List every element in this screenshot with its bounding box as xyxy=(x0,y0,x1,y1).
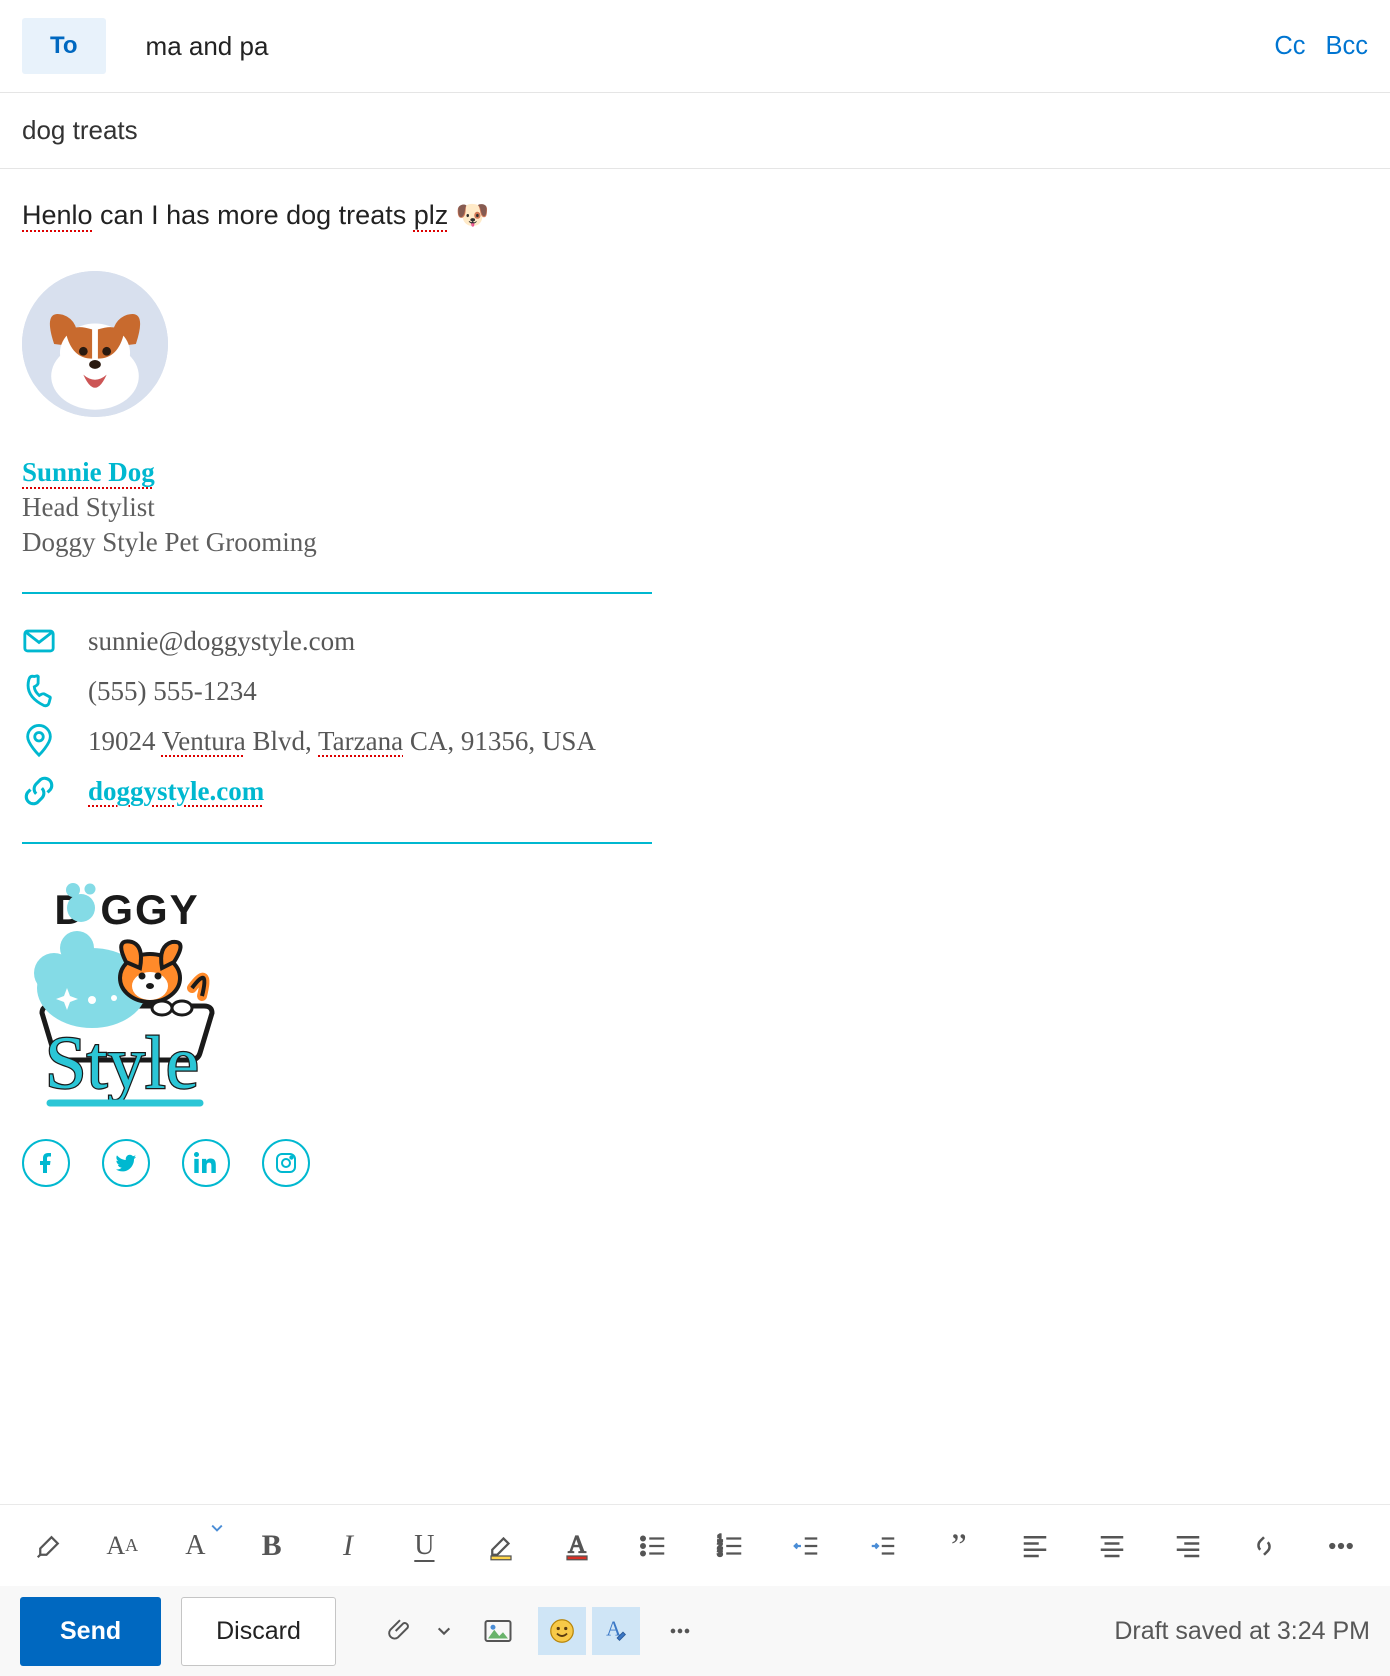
bold-icon[interactable]: B xyxy=(253,1526,291,1566)
signature-name: Sunnie Dog xyxy=(22,457,1368,488)
twitter-link[interactable] xyxy=(102,1139,150,1187)
align-left-icon[interactable] xyxy=(1016,1526,1054,1566)
bcc-button[interactable]: Bcc xyxy=(1325,32,1368,61)
bullets-icon[interactable] xyxy=(634,1526,672,1566)
more-actions-icon[interactable] xyxy=(656,1607,704,1655)
svg-text:Style: Style xyxy=(45,1022,199,1105)
link-icon xyxy=(22,774,56,808)
facebook-link[interactable] xyxy=(22,1139,70,1187)
contact-phone-row: (555) 555-1234 xyxy=(22,674,1368,708)
social-links xyxy=(22,1139,1368,1187)
contact-address: 19024 Ventura Blvd, Tarzana CA, 91356, U… xyxy=(88,726,596,757)
attach-icon[interactable] xyxy=(376,1607,424,1655)
contact-address-row: 19024 Ventura Blvd, Tarzana CA, 91356, U… xyxy=(22,724,1368,758)
decrease-indent-icon[interactable] xyxy=(787,1526,825,1566)
facebook-icon xyxy=(34,1151,58,1175)
increase-indent-icon[interactable] xyxy=(863,1526,901,1566)
subject-input[interactable] xyxy=(22,115,1368,146)
linkedin-icon xyxy=(194,1151,218,1175)
discard-button[interactable]: Discard xyxy=(181,1597,336,1666)
divider xyxy=(22,592,652,594)
subject-row xyxy=(0,93,1390,169)
recipient-row: To Cc Bcc xyxy=(0,0,1390,93)
contact-email-row: sunnie@doggystyle.com xyxy=(22,624,1368,658)
signature-company: Doggy Style Pet Grooming xyxy=(22,527,1368,558)
draft-status: Draft saved at 3:24 PM xyxy=(1114,1617,1370,1646)
font-style-icon[interactable]: A xyxy=(176,1526,214,1566)
instagram-link[interactable] xyxy=(262,1139,310,1187)
editor-toggle-icon[interactable]: A xyxy=(592,1607,640,1655)
svg-text:A: A xyxy=(568,1531,586,1558)
align-right-icon[interactable] xyxy=(1169,1526,1207,1566)
body-word-plz: plz xyxy=(414,200,449,230)
signature-title: Head Stylist xyxy=(22,492,1368,523)
attach-dropdown-icon[interactable] xyxy=(430,1607,458,1655)
phone-icon xyxy=(22,674,56,708)
format-painter-icon[interactable] xyxy=(30,1526,68,1566)
contact-website-link[interactable]: doggystyle.com xyxy=(88,776,264,807)
body-text-line: Henlo can I has more dog treats plz 🐶 xyxy=(22,199,1368,231)
font-color-icon[interactable]: A xyxy=(558,1526,596,1566)
more-format-icon[interactable] xyxy=(1322,1526,1360,1566)
envelope-icon xyxy=(22,624,56,658)
insert-link-icon[interactable] xyxy=(1245,1526,1283,1566)
email-body[interactable]: Henlo can I has more dog treats plz 🐶 Su… xyxy=(0,169,1390,1504)
to-button[interactable]: To xyxy=(22,18,106,74)
signature-name-link[interactable]: Sunnie Dog xyxy=(22,457,155,487)
dog-face-emoji: 🐶 xyxy=(456,200,490,230)
highlight-icon[interactable] xyxy=(482,1526,520,1566)
insert-picture-icon[interactable] xyxy=(474,1607,522,1655)
underline-icon[interactable]: U xyxy=(405,1526,443,1566)
numbering-icon[interactable]: 123 xyxy=(711,1526,749,1566)
signature-block: Sunnie Dog Head Stylist Doggy Style Pet … xyxy=(22,271,1368,1187)
company-logo: D GGY xyxy=(22,878,232,1113)
font-size-icon[interactable]: AA xyxy=(106,1526,138,1566)
contact-website-row: doggystyle.com xyxy=(22,774,1368,808)
avatar xyxy=(22,271,168,417)
align-center-icon[interactable] xyxy=(1092,1526,1130,1566)
recipient-input[interactable] xyxy=(146,31,1255,62)
instagram-icon xyxy=(274,1151,298,1175)
map-pin-icon xyxy=(22,724,56,758)
bottom-bar: Send Discard A Draft saved at 3:24 PM xyxy=(0,1586,1390,1676)
send-button[interactable]: Send xyxy=(20,1597,161,1666)
contact-phone: (555) 555-1234 xyxy=(88,676,257,707)
contact-email: sunnie@doggystyle.com xyxy=(88,626,355,657)
format-toolbar: AA A B I U A 123 ” xyxy=(0,1504,1390,1586)
emoji-icon[interactable] xyxy=(538,1607,586,1655)
body-word-henlo: Henlo xyxy=(22,200,93,230)
cc-button[interactable]: Cc xyxy=(1274,32,1305,61)
twitter-icon xyxy=(114,1151,138,1175)
svg-text:3: 3 xyxy=(717,1548,722,1558)
quote-icon[interactable]: ” xyxy=(940,1526,978,1566)
linkedin-link[interactable] xyxy=(182,1139,230,1187)
italic-icon[interactable]: I xyxy=(329,1526,367,1566)
divider xyxy=(22,842,652,844)
